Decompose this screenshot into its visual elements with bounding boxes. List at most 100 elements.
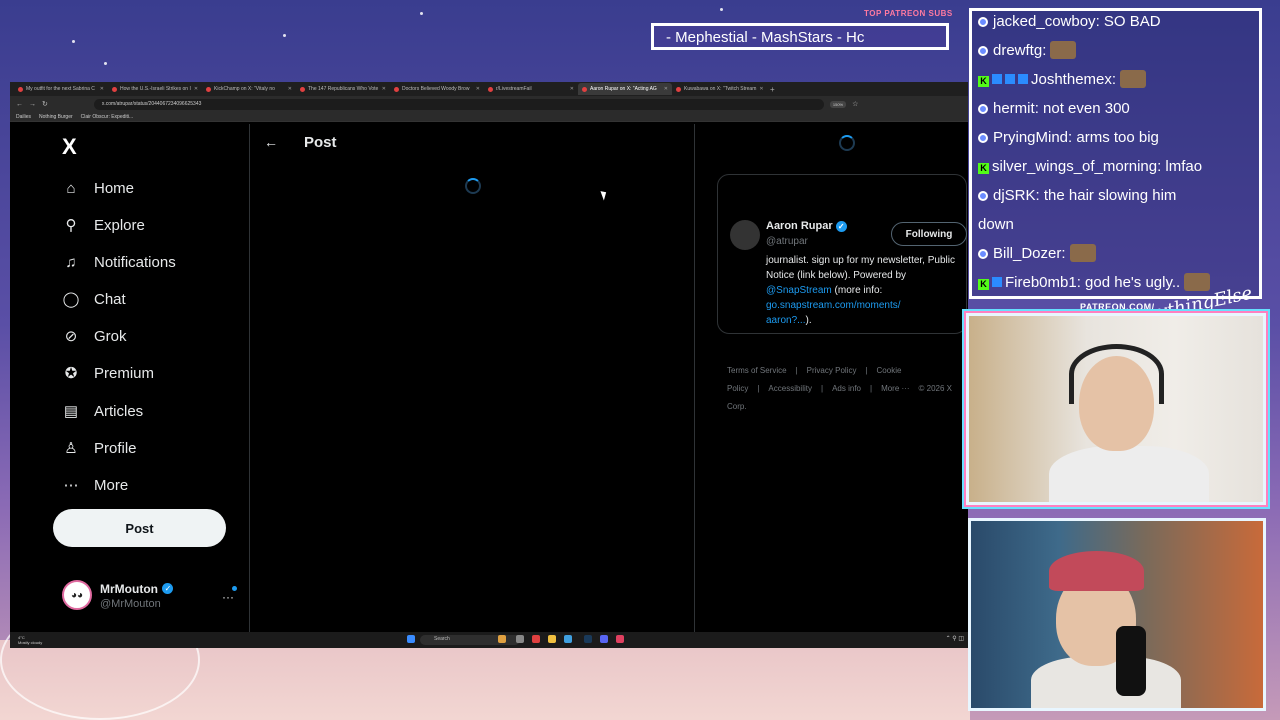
app-icon[interactable] [564, 635, 572, 643]
chat-icon: ◯ [62, 291, 80, 308]
tab-label: My outfit for the next Sabrina C [26, 86, 95, 92]
chat-username[interactable]: PryingMind [993, 129, 1068, 146]
compose-post-button[interactable]: Post [53, 509, 226, 547]
account-menu-icon[interactable]: ··· [222, 590, 234, 604]
footer-separator: | [795, 366, 798, 375]
footer-links: Terms of Service | Privacy Policy | Cookie P… [727, 362, 957, 416]
browser-tab[interactable]: My outfit for the next Sabrina C ✕ [14, 86, 108, 92]
chat-text: : lmfao [1157, 158, 1203, 175]
tab-close-icon[interactable]: ✕ [100, 86, 104, 92]
chat-username[interactable]: djSRK [993, 187, 1036, 204]
back-arrow-icon[interactable]: ← [264, 134, 278, 150]
footer-separator: | [865, 366, 868, 375]
forward-nav-icon[interactable]: → [29, 101, 36, 108]
weather-widget[interactable]: 4°C Mostly cloudy [18, 635, 42, 645]
nav-item-chat[interactable]: ◯ Chat [62, 290, 126, 309]
nav-item-label: Chat [94, 290, 126, 308]
nav-item-label: Explore [94, 216, 145, 234]
browser-app-icon[interactable] [532, 635, 540, 643]
nav-item-label: Premium [94, 364, 155, 382]
sub-badge-icon [992, 74, 1002, 84]
browser-tab[interactable]: The 147 Republicans Who Vote ✕ [296, 86, 390, 92]
following-button[interactable]: Following [891, 222, 967, 246]
discord-app-icon[interactable] [600, 635, 608, 643]
folder-app-icon[interactable] [548, 635, 556, 643]
system-tray[interactable]: ⌃ ⚲ ◫ [946, 635, 964, 642]
chat-username[interactable]: Bill_Dozer [993, 245, 1061, 262]
chat-username[interactable]: drewftg [993, 42, 1042, 59]
nav-item-more[interactable]: ⋯ More [62, 476, 129, 495]
browser-tab[interactable]: r/LivestreamFail ✕ [484, 86, 578, 92]
star-decoration [104, 62, 107, 65]
browser-tab[interactable]: Aaron Rupar on X: "Acting AG ✕ [578, 83, 672, 95]
footer-separator: | [821, 384, 824, 393]
nav-item-articles[interactable]: ▤ Articles [62, 402, 143, 421]
tab-close-icon[interactable]: ✕ [194, 86, 198, 92]
chat-username[interactable]: silver_wings_of_morning [992, 158, 1157, 175]
verified-badge-icon: ✓ [162, 583, 174, 595]
account-switcher[interactable]: ◕◕ MrMouton ✓ @MrMouton [62, 580, 174, 610]
tab-close-icon[interactable]: ✕ [476, 86, 480, 92]
footer-link[interactable]: Accessibility [768, 384, 812, 393]
nav-item-grok[interactable]: ⊘ Grok [62, 327, 127, 346]
new-tab-icon[interactable]: + [770, 85, 775, 94]
reload-icon[interactable]: ↻ [42, 100, 48, 108]
chat-message: down [978, 210, 1253, 239]
chat-username[interactable]: Joshthemex [1031, 71, 1112, 88]
tab-close-icon[interactable]: ✕ [570, 86, 574, 92]
bio-mention-link[interactable]: @SnapStream [766, 285, 832, 296]
nav-item-premium[interactable]: ✪ Premium [62, 364, 155, 383]
chat-message: PryingMind: arms too big [978, 123, 1253, 152]
nav-item-label: Home [94, 179, 135, 197]
nav-item-profile[interactable]: ♙ Profile [62, 439, 136, 458]
tab-close-icon[interactable]: ✕ [759, 86, 763, 92]
x-logo-icon[interactable]: X [62, 134, 77, 160]
chat-platform-icon [978, 133, 988, 143]
back-nav-icon[interactable]: ← [16, 101, 23, 108]
footer-link[interactable]: Ads info [832, 384, 861, 393]
tab-close-icon[interactable]: ✕ [288, 86, 292, 92]
avatar[interactable] [730, 220, 760, 250]
address-bar-row: ← → ↻ x.com/atrupar/status/2044067234096… [10, 96, 968, 112]
browser-tab[interactable]: Doctors Believed Woody Brow ✕ [390, 86, 484, 92]
browser-tab[interactable]: How the U.S.-Israeli Strikes on I ✕ [108, 86, 202, 92]
profile-icon: ♙ [64, 440, 78, 457]
footer-link[interactable]: Terms of Service [727, 366, 787, 375]
tab-favicon-icon [394, 86, 399, 92]
bell-icon: ♫ [65, 253, 77, 271]
windows-start-icon[interactable] [407, 635, 415, 643]
chat-username[interactable]: jacked_cowboy [993, 13, 1096, 30]
bookmark-star-icon[interactable]: ☆ [852, 100, 858, 108]
browser-tab[interactable]: Kuwabawa on X: "Twitch Stream ✕ [672, 86, 766, 92]
bookmark-item[interactable]: Nothing Burger [39, 114, 73, 120]
zoom-indicator[interactable]: 150% [829, 100, 847, 108]
profile-handle: @atrupar [766, 236, 808, 247]
app-icon[interactable] [616, 635, 624, 643]
app-icon[interactable] [516, 635, 524, 643]
steam-app-icon[interactable] [584, 635, 592, 643]
x-left-nav: X ⌂ Home ⚲ Explore ♫ Notifications ◯ Chat ⊘ Grok ✪… [10, 124, 250, 638]
bio-url-link[interactable]: go.snapstream.com/moments/ [766, 298, 966, 313]
bookmark-item[interactable]: Clair Obscur: Expediti... [81, 114, 134, 120]
profile-name[interactable]: Aaron Rupar ✓ [766, 220, 847, 232]
bookmark-item[interactable]: Dailies [16, 114, 31, 120]
footer-link[interactable]: Privacy Policy [807, 366, 857, 375]
tab-close-icon[interactable]: ✕ [382, 86, 386, 92]
chat-username[interactable]: Fireb0mb1 [1005, 274, 1077, 291]
chat-text: : arms too big [1068, 129, 1159, 146]
browser-tab[interactable]: KickChamp on X: "Vitaly no ✕ [202, 86, 296, 92]
tab-close-icon[interactable]: ✕ [664, 86, 668, 92]
chat-emote-icon [1050, 41, 1077, 59]
nav-item-home[interactable]: ⌂ Home [62, 179, 134, 197]
nav-item-notifications[interactable]: ♫ Notifications [62, 253, 175, 271]
nav-item-explore[interactable]: ⚲ Explore [62, 216, 145, 235]
footer-link[interactable]: More ··· [881, 384, 909, 393]
bio-url-link-cont[interactable]: aaron?... [766, 315, 805, 326]
bio-end-text: ). [805, 315, 812, 326]
chat-message: djSRK: the hair slowing him [978, 181, 1253, 210]
url-input[interactable]: x.com/atrupar/status/2044067234096625343 [93, 98, 824, 110]
app-icon[interactable] [498, 635, 506, 643]
nav-item-label: More [94, 476, 129, 494]
chat-username[interactable]: hermit [993, 100, 1035, 117]
webcam-figure-shirt [1049, 446, 1209, 502]
